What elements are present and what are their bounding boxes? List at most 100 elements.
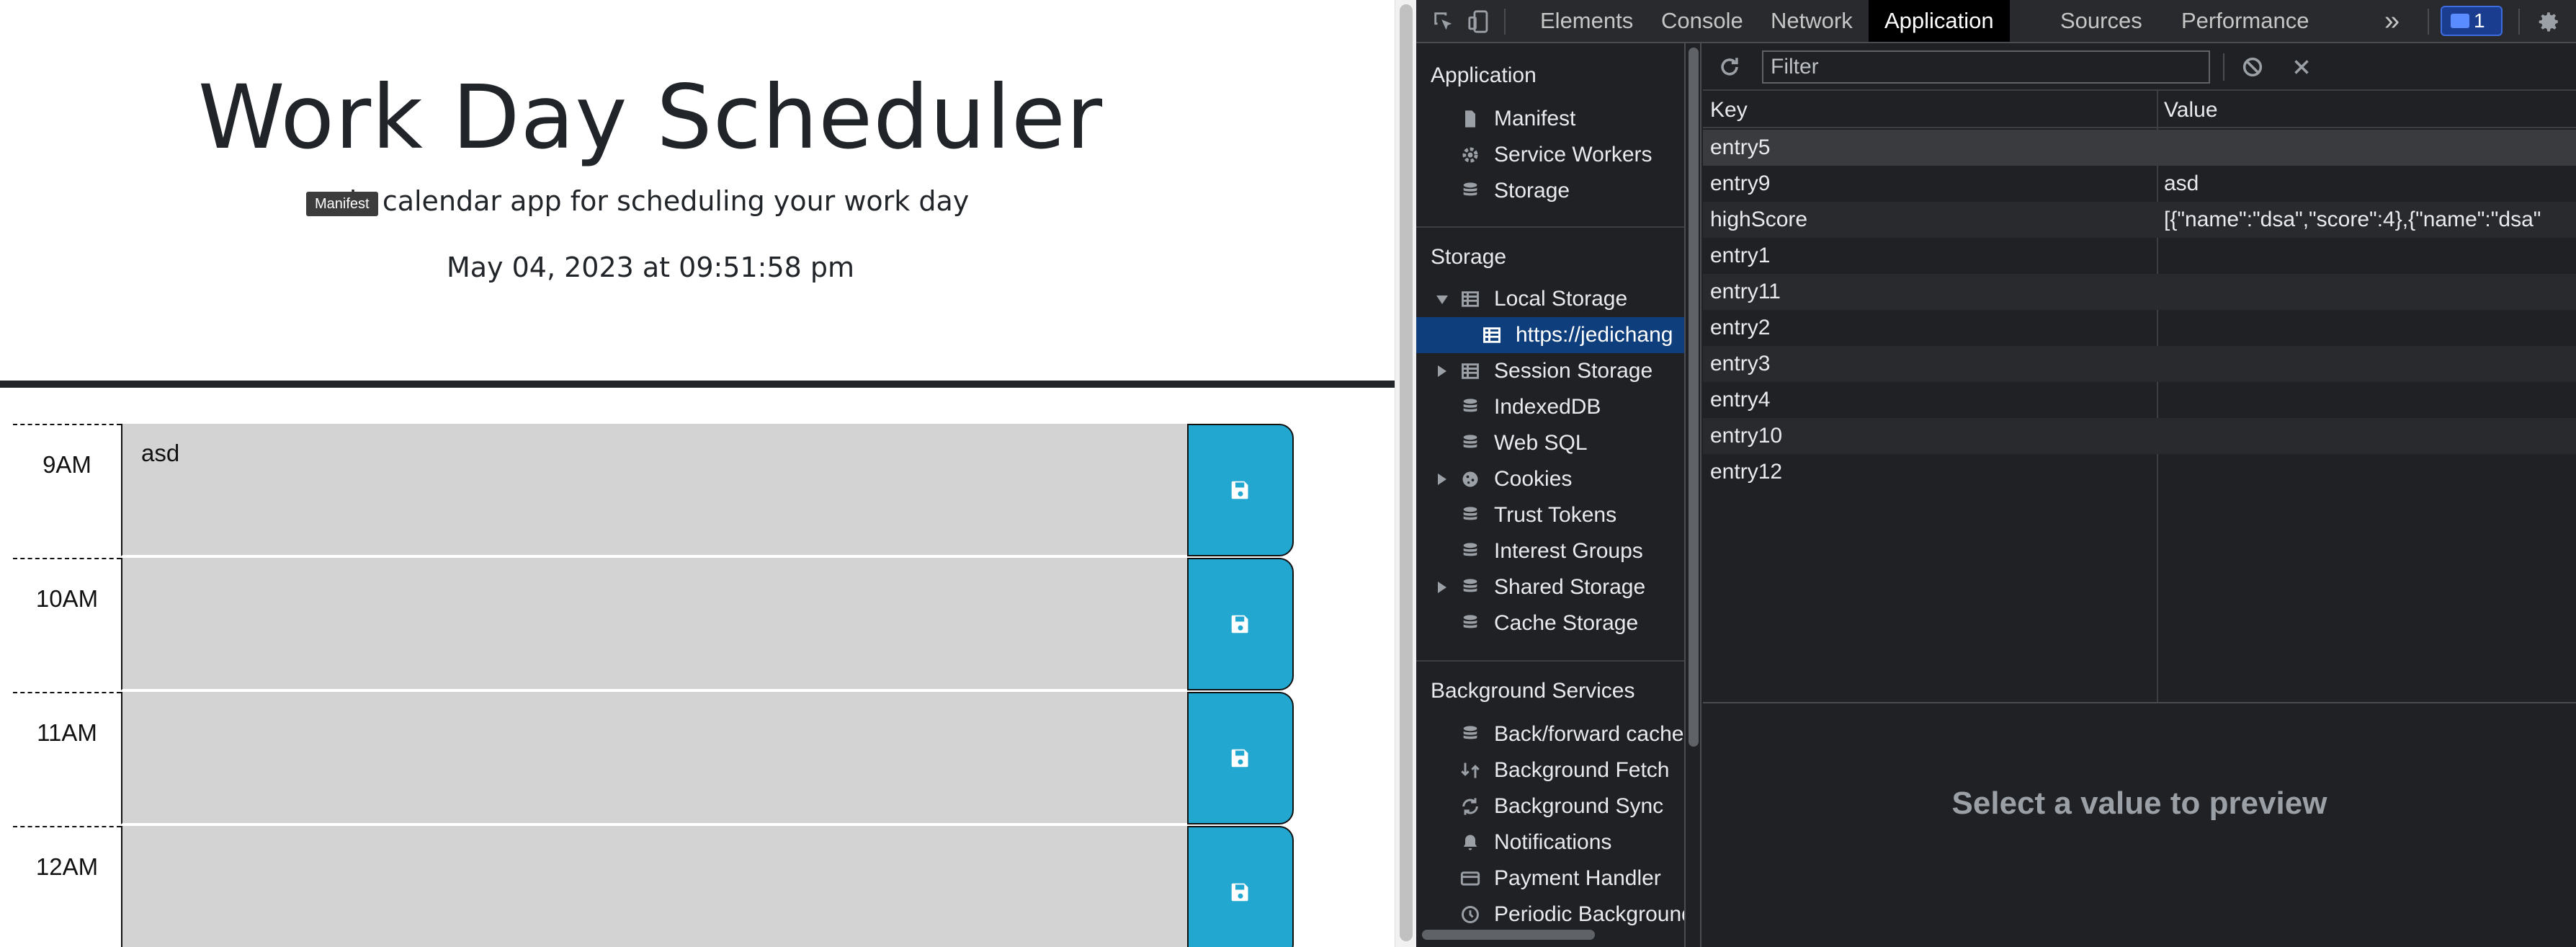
sidebar-item-session-storage[interactable]: Session Storage — [1416, 353, 1684, 389]
event-textarea[interactable] — [121, 826, 1200, 947]
sidebar-item-background-fetch[interactable]: Background Fetch — [1416, 752, 1684, 788]
device-toolbar-icon[interactable] — [1465, 7, 1494, 36]
gear-icon[interactable] — [2534, 7, 2563, 36]
issues-badge[interactable]: 1 — [2441, 6, 2503, 36]
row-value: asd — [2164, 172, 2199, 195]
table-row[interactable]: entry4 — [1703, 382, 2576, 418]
save-button[interactable] — [1187, 558, 1294, 690]
expand-arrow-icon[interactable] — [1438, 582, 1446, 593]
expand-arrow-icon[interactable] — [1438, 474, 1446, 485]
sidebar-item-local-storage-origin[interactable]: https://jedichang — [1416, 317, 1684, 353]
table-row[interactable]: entry10 — [1703, 418, 2576, 454]
close-icon[interactable] — [2289, 55, 2314, 79]
sidebar-item-storage[interactable]: Storage — [1416, 173, 1684, 209]
sidebar-scrollbar-thumb[interactable] — [1689, 48, 1699, 747]
tab-network[interactable]: Network — [1755, 0, 1869, 42]
section-title-background-services: Background Services — [1431, 679, 1635, 703]
section-title-storage: Storage — [1431, 245, 1507, 269]
hour-label: 10AM — [13, 558, 121, 692]
sidebar-item-label: Storage — [1494, 179, 1570, 203]
sidebar-item-label: Back/forward cache — [1494, 722, 1684, 746]
more-tabs-chevron-icon[interactable]: » — [2369, 0, 2415, 42]
table-row[interactable]: highScore [{"name":"dsa","score":4},{"nam… — [1703, 202, 2576, 238]
tab-sources[interactable]: Sources — [2044, 0, 2158, 42]
table-row[interactable]: entry2 — [1703, 310, 2576, 346]
table-row[interactable]: entry12 — [1703, 454, 2576, 490]
row-key: highScore — [1710, 208, 1808, 231]
tab-elements[interactable]: Elements — [1524, 0, 1649, 42]
time-block-9am: 9AM asd — [13, 424, 1294, 558]
sidebar-item-cache-storage[interactable]: Cache Storage — [1416, 605, 1684, 641]
save-button[interactable] — [1187, 826, 1294, 947]
event-textarea[interactable] — [121, 692, 1200, 824]
time-block-12am: 12AM — [13, 826, 1294, 947]
sidebar-item-label: Periodic Background — [1494, 902, 1686, 926]
sidebar-item-payment-handler[interactable]: Payment Handler — [1416, 861, 1684, 897]
database-icon — [1463, 435, 1477, 448]
sidebar-scrollbar[interactable] — [1686, 43, 1701, 947]
expand-arrow-icon[interactable] — [1436, 295, 1448, 304]
sidebar-item-local-storage[interactable]: Local Storage — [1416, 281, 1684, 317]
sidebar-item-cookies[interactable]: Cookies — [1416, 461, 1684, 497]
sidebar-item-label: Local Storage — [1494, 287, 1628, 311]
save-button[interactable] — [1187, 424, 1294, 556]
sync-icon — [1462, 798, 1478, 815]
column-header-key[interactable]: Key — [1710, 98, 1748, 123]
devtools-panel: Elements Console Network Application Sou… — [1416, 0, 2576, 947]
save-icon — [1231, 481, 1248, 499]
sidebar-item-indexeddb[interactable]: IndexedDB — [1416, 389, 1684, 425]
database-icon — [1463, 726, 1477, 739]
section-title-application: Application — [1431, 63, 1537, 87]
filter-toolbar — [1703, 43, 2576, 91]
table-row[interactable]: entry9 asd — [1703, 166, 2576, 202]
table-row[interactable]: entry1 — [1703, 238, 2576, 274]
sidebar-item-periodic-background-sync[interactable]: Periodic Background — [1416, 897, 1686, 933]
devtools-toolbar: Elements Console Network Application Sou… — [1416, 0, 2576, 43]
hour-label: 12AM — [13, 826, 121, 947]
save-button[interactable] — [1187, 692, 1294, 824]
sidebar-item-notifications[interactable]: Notifications — [1416, 824, 1684, 861]
manifest-tooltip: Manifest — [306, 192, 378, 216]
cookie-icon — [1462, 471, 1478, 487]
inspect-element-icon[interactable] — [1429, 7, 1458, 36]
sidebar-item-back-forward-cache[interactable]: Back/forward cache — [1416, 716, 1684, 752]
row-key: entry3 — [1710, 352, 1771, 375]
sidebar-item-background-sync[interactable]: Background Sync — [1416, 788, 1684, 824]
tab-performance[interactable]: Performance — [2165, 0, 2325, 42]
event-textarea[interactable]: asd — [121, 424, 1200, 556]
sidebar-item-label: Trust Tokens — [1494, 503, 1617, 527]
page-scrollbar[interactable] — [1395, 0, 1416, 947]
tab-application[interactable]: Application — [1869, 0, 2010, 42]
sidebar-item-trust-tokens[interactable]: Trust Tokens — [1416, 497, 1684, 533]
table-row[interactable]: entry5 — [1703, 130, 2576, 166]
row-key: entry1 — [1710, 244, 1771, 267]
sidebar-item-interest-groups[interactable]: Interest Groups — [1416, 533, 1684, 569]
filter-input[interactable] — [1762, 50, 2210, 84]
fetch-arrows-icon — [1461, 763, 1480, 778]
row-key: entry4 — [1710, 388, 1771, 412]
sidebar-horizontal-scrollbar[interactable] — [1422, 930, 1595, 940]
sidebar-item-label: Cache Storage — [1494, 611, 1639, 635]
clear-all-icon[interactable] — [2240, 55, 2265, 79]
sidebar-item-label: Background Sync — [1494, 794, 1664, 818]
credit-card-icon — [1460, 871, 1480, 886]
clock-icon — [1462, 906, 1479, 923]
table-row[interactable]: entry3 — [1703, 346, 2576, 382]
file-icon — [1465, 110, 1475, 128]
sidebar-item-manifest[interactable]: Manifest — [1416, 101, 1684, 137]
sidebar-item-label: Interest Groups — [1494, 539, 1643, 563]
sidebar-item-label: Service Workers — [1494, 143, 1653, 166]
refresh-icon[interactable] — [1717, 55, 1742, 79]
database-icon — [1463, 615, 1477, 628]
expand-arrow-icon[interactable] — [1438, 365, 1446, 377]
table-row[interactable]: entry11 — [1703, 274, 2576, 310]
tab-console[interactable]: Console — [1645, 0, 1759, 42]
sidebar-item-shared-storage[interactable]: Shared Storage — [1416, 569, 1684, 605]
event-textarea[interactable] — [121, 558, 1200, 690]
sidebar-item-service-workers[interactable]: Service Workers — [1416, 137, 1684, 173]
save-icon — [1231, 749, 1248, 768]
sidebar-item-label: https://jedichang — [1516, 323, 1673, 347]
sidebar-item-web-sql[interactable]: Web SQL — [1416, 425, 1684, 461]
column-header-value[interactable]: Value — [2164, 98, 2218, 123]
page-scrollbar-thumb[interactable] — [1400, 4, 1413, 941]
